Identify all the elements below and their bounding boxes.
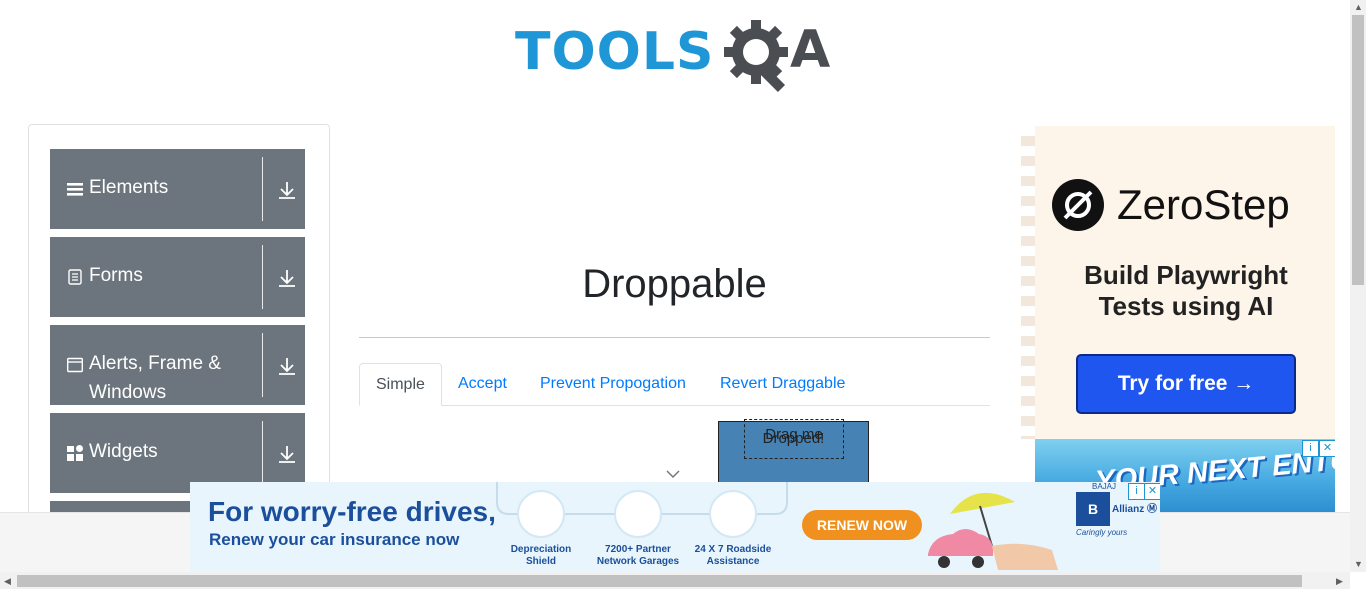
feature-depreciation: Depreciation Shield <box>496 490 586 568</box>
download-arrow-icon[interactable] <box>276 355 298 377</box>
vertical-scroll-thumb[interactable] <box>1352 15 1364 285</box>
logo-a: A <box>790 20 831 80</box>
ad-insurance[interactable]: For worry-free drives, Renew your car in… <box>190 482 1160 572</box>
ad-info-icon[interactable]: i <box>1128 483 1145 500</box>
download-arrow-icon[interactable] <box>276 179 298 201</box>
sidebar-group-label: Elements <box>89 177 169 198</box>
tow-truck-icon <box>709 490 757 538</box>
ad-bottom-headline: For worry-free drives, <box>208 496 496 527</box>
sidebar-group-widgets[interactable]: Widgets <box>50 413 305 493</box>
feature-roadside: 24 X 7 Roadside Assistance <box>688 490 778 568</box>
horizontal-scroll-thumb[interactable] <box>17 575 1302 587</box>
divider <box>262 245 263 309</box>
tab-bar: Simple Accept Prevent Propogation Revert… <box>359 363 990 406</box>
sidebar-group-label: Forms <box>89 265 143 286</box>
renew-now-button[interactable]: RENEW NOW <box>802 510 922 540</box>
zerostep-logo-icon <box>1052 179 1104 231</box>
sidebar-group-label: Alerts, Frame & Windows <box>89 353 221 403</box>
gear-magnifier-icon <box>724 20 788 92</box>
document-icon <box>68 269 82 285</box>
list-icon <box>67 183 83 196</box>
feature-label: 7200+ Partner Network Garages <box>596 544 680 567</box>
widgets-icon <box>67 445 83 461</box>
scroll-down-icon[interactable]: ▼ <box>1354 559 1363 569</box>
title-divider <box>359 337 990 338</box>
car-umbrella-illustration <box>928 492 1058 570</box>
ad-bottom-subtitle: Renew your car insurance now <box>209 530 460 549</box>
bajaj-text: BAJAJ <box>1092 482 1117 491</box>
window-icon <box>67 357 83 373</box>
tab-prevent-propogation[interactable]: Prevent Propogation <box>524 363 702 403</box>
ad-close-icon[interactable]: ✕ <box>1319 440 1335 457</box>
draggable-label: Drag me <box>765 426 823 443</box>
ad-info-icon[interactable]: i <box>1302 440 1319 457</box>
logo-text: TOOLS <box>515 22 715 82</box>
try-for-free-button[interactable]: Try for free → <box>1076 354 1296 414</box>
toolsqa-logo[interactable]: TOOLS A <box>515 14 840 92</box>
bajaj-logo: B <box>1076 492 1110 526</box>
shield-car-icon <box>517 490 565 538</box>
page-title: Droppable <box>582 262 767 306</box>
divider <box>262 333 263 397</box>
tagline: Caringly yours <box>1076 528 1128 537</box>
sidebar-group-forms[interactable]: Forms <box>50 237 305 317</box>
ad-headline: Build Playwright Tests using AI <box>1084 260 1288 321</box>
scroll-left-icon[interactable]: ◀ <box>4 576 11 586</box>
sidebar-group-alerts[interactable]: Alerts, Frame & Windows <box>50 325 305 405</box>
garage-icon <box>614 490 662 538</box>
ad-border-pattern <box>1021 126 1035 439</box>
feature-garages: 7200+ Partner Network Garages <box>593 490 683 568</box>
divider <box>262 157 263 221</box>
tab-accept[interactable]: Accept <box>442 363 523 403</box>
divider <box>262 421 263 485</box>
scroll-right-icon[interactable]: ▶ <box>1336 576 1343 586</box>
sidebar-group-elements[interactable]: Elements <box>50 149 305 229</box>
tab-revert-draggable[interactable]: Revert Draggable <box>704 363 861 403</box>
scroll-up-icon[interactable]: ▲ <box>1354 2 1363 12</box>
ad-zerostep[interactable]: ZeroStep Build Playwright Tests using AI… <box>1021 126 1335 439</box>
ad-close-icon[interactable]: ✕ <box>1144 483 1160 500</box>
feature-label: 24 X 7 Roadside Assistance <box>694 544 772 567</box>
sidebar: Elements Forms Alerts, Frame & Windows W… <box>28 124 330 526</box>
download-arrow-icon[interactable] <box>276 443 298 465</box>
tab-simple[interactable]: Simple <box>359 363 442 406</box>
sidebar-group-label: Widgets <box>89 441 158 462</box>
allianz-text: Allianz Ⓜ <box>1112 504 1158 515</box>
download-arrow-icon[interactable] <box>276 267 298 289</box>
ad-brand: ZeroStep <box>1117 181 1290 228</box>
feature-label: Depreciation Shield <box>510 544 572 567</box>
chevron-down-icon <box>666 470 680 479</box>
